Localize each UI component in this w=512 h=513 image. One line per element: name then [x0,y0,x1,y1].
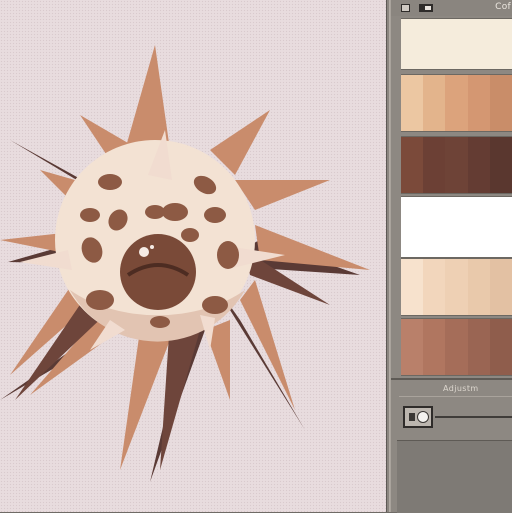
swatch[interactable] [401,319,423,375]
swatch[interactable] [423,75,445,131]
central-bean-highlight-small [150,245,154,249]
toggle-switch[interactable] [403,406,433,428]
swatch-row-cream[interactable] [401,18,512,70]
toggle-knob-icon [417,411,429,423]
panel-title: Cof [495,2,511,12]
swatch[interactable] [490,75,512,131]
central-bean-highlight [139,247,149,257]
swatch[interactable] [445,319,468,375]
section-separator [391,378,512,380]
panel-toggle-icon[interactable] [401,4,410,12]
toggle-handle-icon [409,413,415,421]
swatch[interactable] [490,319,512,375]
section-label: Adjustm [443,384,479,393]
swatch-row-peach[interactable] [401,258,512,316]
colors-panel: Cof Adjustm [390,0,512,513]
slider-track[interactable] [435,416,512,418]
section-underline [399,396,512,397]
swatch[interactable] [445,137,468,193]
swatch-row-brown[interactable] [401,136,512,194]
swatch[interactable] [468,259,490,315]
swatch-row-rust[interactable] [401,318,512,376]
swatch[interactable] [445,259,468,315]
swatch-row-tan[interactable] [401,74,512,132]
panel-toolbar: Cof [391,0,512,16]
swatch[interactable] [401,259,423,315]
swatch-row-white[interactable] [401,196,512,258]
coffee-star-artwork [0,45,370,482]
swatch[interactable] [468,319,490,375]
swatch[interactable] [468,75,490,131]
swatch[interactable] [490,259,512,315]
swatch[interactable] [490,137,512,193]
adjustment-slider[interactable] [403,404,512,430]
swatch[interactable] [401,75,423,131]
swatch[interactable] [445,75,468,131]
window-icon[interactable] [419,4,433,12]
swatch[interactable] [423,137,445,193]
swatch[interactable] [423,319,445,375]
swatch[interactable] [423,259,445,315]
drawing-canvas[interactable] [0,0,386,512]
swatch[interactable] [401,137,423,193]
panel-lower-area [397,440,512,513]
swatch[interactable] [468,137,490,193]
